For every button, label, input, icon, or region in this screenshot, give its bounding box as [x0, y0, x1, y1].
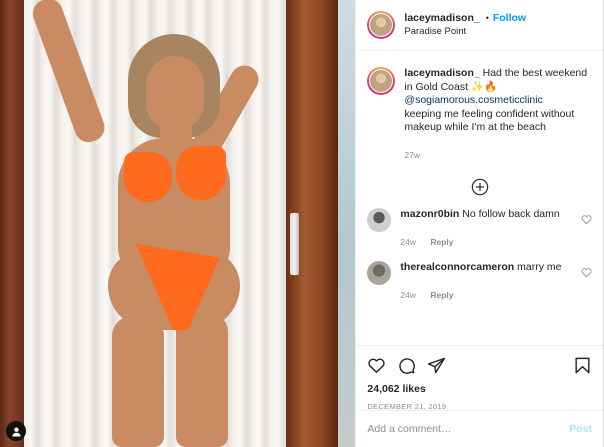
swimsuit-top-left — [124, 152, 172, 202]
load-more-comments-button[interactable] — [367, 178, 592, 196]
bookmark-icon[interactable] — [573, 356, 592, 375]
door-handle — [290, 213, 299, 275]
figure-leg-left — [112, 316, 164, 447]
comment-icon[interactable] — [397, 356, 416, 375]
door-frame — [0, 0, 24, 447]
separator-dot: • — [485, 13, 489, 23]
like-icon[interactable] — [367, 356, 386, 375]
comment-text: No follow back damn — [462, 208, 560, 220]
add-comment-bar: Post — [356, 410, 603, 447]
comment-item: therealconnorcameron marry me 24w Reply — [367, 261, 592, 302]
author-avatar[interactable] — [367, 11, 396, 39]
comment-like-icon[interactable] — [581, 214, 592, 225]
share-icon[interactable] — [427, 356, 446, 375]
caption-avatar[interactable] — [367, 67, 396, 95]
commenter-avatar[interactable] — [367, 261, 392, 285]
swimsuit-top-right — [176, 146, 226, 200]
author-username[interactable]: laceymadison_ — [404, 11, 479, 25]
comments-section[interactable]: laceymadison_ Had the best weekend in Go… — [356, 51, 603, 345]
window-view — [338, 0, 356, 447]
comment-text: marry me — [517, 261, 562, 273]
figure-leg-right — [176, 312, 228, 447]
comment-time[interactable]: 24w — [400, 290, 416, 300]
commenter-avatar[interactable] — [367, 208, 392, 232]
load-more-comments-icon — [471, 178, 488, 196]
comment-like-icon[interactable] — [581, 267, 592, 278]
location-link[interactable]: Paradise Point — [404, 25, 526, 39]
comment-username[interactable]: mazonr0bin — [400, 208, 459, 220]
user-tag-icon — [11, 426, 21, 437]
post-side-panel: laceymadison_ • Follow Paradise Point la… — [355, 0, 603, 447]
caption-time[interactable]: 27w — [404, 150, 420, 160]
reply-button[interactable]: Reply — [430, 237, 453, 247]
comment-username[interactable]: therealconnorcameron — [400, 261, 514, 273]
caption-mention[interactable]: @sogiamorous.cosmeticclinic — [404, 94, 592, 108]
comment-input[interactable] — [367, 423, 570, 435]
likes-count[interactable]: 24,062 likes — [367, 383, 592, 395]
follow-button[interactable]: Follow — [493, 11, 526, 25]
reply-button[interactable]: Reply — [430, 290, 453, 300]
comment-time[interactable]: 24w — [400, 237, 416, 247]
user-tag-button[interactable] — [6, 421, 26, 441]
caption: laceymadison_ Had the best weekend in Go… — [367, 67, 592, 162]
figure-head — [146, 56, 204, 130]
comment-item: mazonr0bin No follow back damn 24w Reply — [367, 208, 592, 249]
caption-username[interactable]: laceymadison_ — [404, 67, 479, 79]
post-dialog: laceymadison_ • Follow Paradise Point la… — [0, 0, 604, 447]
caption-text-continued: keeping me feeling confident without mak… — [404, 107, 575, 134]
post-header: laceymadison_ • Follow Paradise Point — [356, 0, 603, 51]
post-photo[interactable] — [0, 0, 356, 447]
post-comment-button[interactable]: Post — [569, 423, 592, 435]
